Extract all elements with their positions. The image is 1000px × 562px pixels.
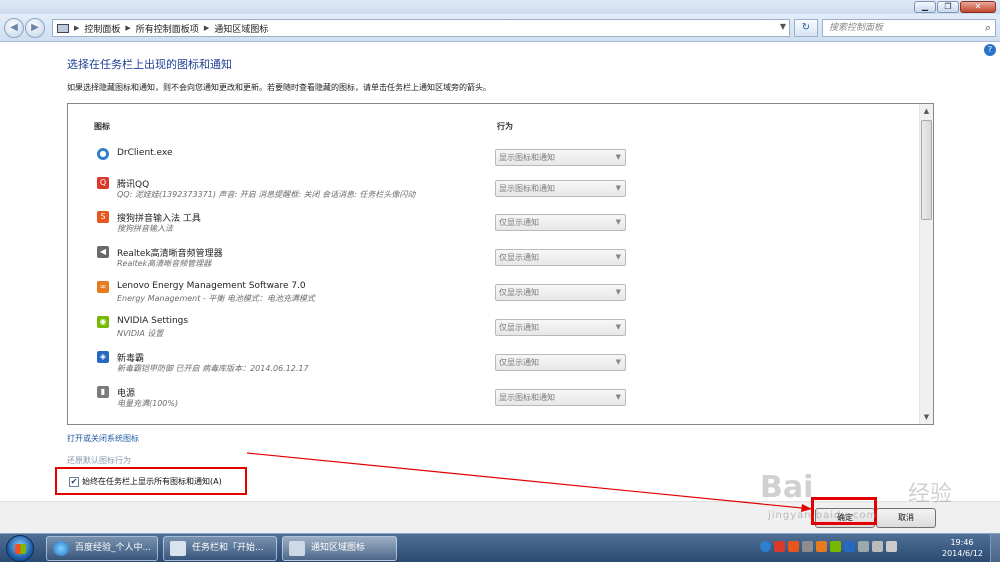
clock-time: 19:46 <box>950 538 974 547</box>
taskbar-item[interactable]: 百度经验_个人中... <box>46 536 158 561</box>
windows-logo-icon <box>15 544 26 554</box>
globe-icon[interactable] <box>760 541 771 552</box>
start-button[interactable] <box>6 535 34 562</box>
lenovo-energy-icon[interactable] <box>816 541 827 552</box>
clock-date: 2014/6/12 <box>942 549 984 558</box>
taskbar-item-label: 任务栏和「开始... <box>192 543 264 553</box>
taskbar-item-label: 百度经验_个人中... <box>75 543 152 553</box>
watermark-logo: Bai <box>760 470 814 505</box>
taskbar-item-label: 通知区域图标 <box>311 543 366 553</box>
notification-icons-icon <box>289 541 305 556</box>
watermark-url: jingyan.baidu.com <box>768 510 878 521</box>
taskbar-item[interactable]: 任务栏和「开始... <box>163 536 277 561</box>
network-icon[interactable] <box>872 541 883 552</box>
watermark: Bai 经验 jingyan.baidu.com <box>760 462 980 522</box>
taskbar: 百度经验_个人中... 任务栏和「开始... 通知区域图标 19:46 2014… <box>0 533 1000 562</box>
show-desktop-button[interactable] <box>990 534 1000 562</box>
sogou-icon[interactable] <box>788 541 799 552</box>
watermark-suffix: 经验 <box>908 482 953 507</box>
clock[interactable]: 19:46 2014/6/12 <box>942 537 984 559</box>
system-tray <box>760 541 897 552</box>
nvidia-icon[interactable] <box>830 541 841 552</box>
ie-icon <box>53 541 69 556</box>
speaker-icon[interactable] <box>802 541 813 552</box>
qq-penguin-icon[interactable] <box>774 541 785 552</box>
taskbar-props-icon <box>170 541 186 556</box>
volume-icon[interactable] <box>886 541 897 552</box>
taskbar-item[interactable]: 通知区域图标 <box>282 536 397 561</box>
power-icon[interactable] <box>858 541 869 552</box>
antivirus-shield-icon[interactable] <box>844 541 855 552</box>
